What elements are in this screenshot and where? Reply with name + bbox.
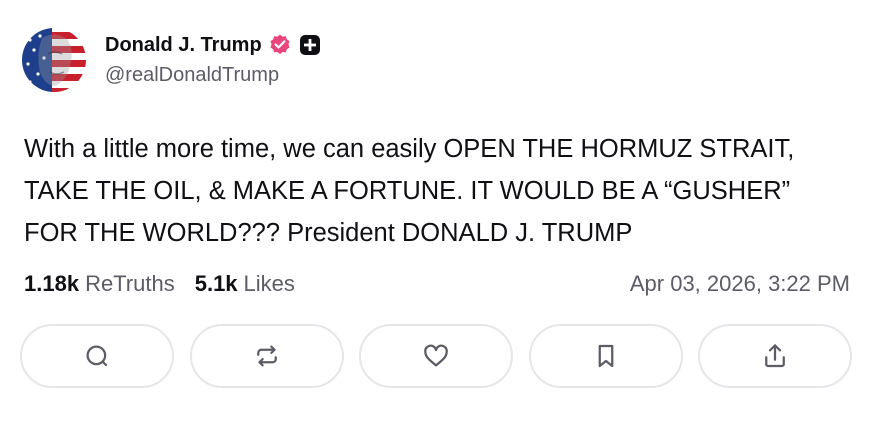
author-row: Donald J. Trump: [105, 32, 322, 58]
author-display-name[interactable]: Donald J. Trump: [105, 34, 262, 57]
retruths-label: ReTruths: [85, 271, 175, 296]
share-icon: [765, 344, 785, 368]
verified-badge-icon: [268, 33, 292, 57]
likes-count: 5.1k: [194, 271, 238, 296]
retruth-icon: [256, 345, 277, 367]
likes-label: Likes: [243, 271, 295, 296]
reply-button[interactable]: [20, 324, 174, 388]
post-card: Donald J. Trump @realDonaldTrump With a …: [0, 0, 872, 429]
like-button[interactable]: [359, 324, 513, 388]
share-button[interactable]: [698, 324, 852, 388]
retruths-count: 1.18k: [24, 271, 80, 296]
reply-icon: [86, 345, 108, 367]
avatar-image: [22, 28, 86, 92]
retruths-stat[interactable]: 1.18k ReTruths: [24, 271, 175, 297]
avatar[interactable]: [22, 28, 86, 92]
heart-icon: [424, 344, 448, 367]
plus-badge-icon: [298, 33, 322, 57]
action-bar: [20, 324, 852, 390]
bookmark-icon: [598, 344, 613, 368]
bookmark-button[interactable]: [528, 324, 683, 388]
stats-row: 1.18k ReTruths 5.1k Likes Apr 03, 2026, …: [24, 268, 850, 300]
post-text: With a little more time, we can easily O…: [24, 135, 795, 247]
retruth-button[interactable]: [189, 324, 344, 388]
author-handle[interactable]: @realDonaldTrump: [105, 64, 279, 87]
likes-stat[interactable]: 5.1k Likes: [195, 271, 295, 297]
post-timestamp[interactable]: Apr 03, 2026, 3:22 PM: [630, 271, 850, 297]
